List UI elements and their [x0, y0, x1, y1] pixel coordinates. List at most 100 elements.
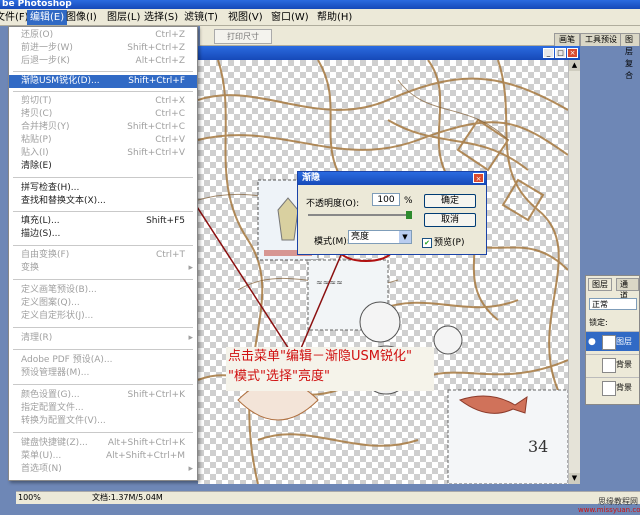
palette-tab-layer-comps[interactable]: 图层复合 [620, 33, 640, 80]
mode-label: 模式(M): [314, 237, 350, 247]
coin-graphic [359, 301, 401, 343]
blend-mode-select[interactable]: 正常 [589, 298, 637, 310]
menu-item-assign-profile[interactable]: 指定配置文件... [9, 402, 197, 415]
layer-thumbnail [602, 335, 616, 350]
menu-layer[interactable]: 图层(L) [104, 10, 143, 25]
zoom-level[interactable]: 100% [18, 492, 41, 504]
app-title: be Photoshop [2, 0, 72, 9]
layers-panel: 图层 通道 正常 锁定: ● 图层 背景 背景 [585, 275, 640, 405]
opacity-input[interactable]: 100 [372, 193, 400, 206]
menu-item-step-backward[interactable]: 后退一步(K) Alt+Ctrl+Z [9, 55, 197, 68]
menu-item-preset-manager[interactable]: 预设管理器(M)... [9, 367, 197, 380]
palette-tab-tool-presets[interactable]: 工具预设 [580, 33, 622, 46]
submenu-arrow-icon: ▸ [188, 464, 193, 474]
layer-thumbnail [602, 358, 616, 373]
close-icon[interactable]: × [473, 173, 484, 183]
menu-item-color-settings[interactable]: 颜色设置(G)... Shift+Ctrl+K [9, 389, 197, 402]
document-size: 文档:1.37M/5.04M [92, 493, 163, 502]
menu-view[interactable]: 视图(V) [225, 10, 266, 25]
layer-row[interactable]: ● 图层 [586, 331, 639, 351]
checkmark-icon[interactable]: ✔ [422, 237, 432, 248]
opacity-slider-handle[interactable] [406, 211, 412, 219]
watermark-url: www.missyuan.com [578, 506, 640, 514]
edit-menu-dropdown: 还原(O) Ctrl+Z 前进一步(W) Shift+Ctrl+Z 后退一步(K) A… [8, 26, 198, 481]
menu-item-pdf-presets[interactable]: Adobe PDF 预设(A)... [9, 354, 197, 367]
menu-filter[interactable]: 滤镜(T) [181, 10, 221, 25]
fish-stamp-graphic: 34 [447, 389, 568, 484]
image-canvas[interactable]: ≈≈≈≈ 34 [198, 60, 568, 484]
menu-edit[interactable]: 编辑(E) [27, 10, 68, 25]
tab-channels[interactable]: 通道 [616, 278, 639, 300]
scroll-down-icon[interactable]: ▼ [569, 473, 580, 484]
menu-item-menus[interactable]: 菜单(U)... Alt+Shift+Ctrl+M [9, 450, 197, 463]
submenu-arrow-icon: ▸ [188, 333, 193, 343]
menu-select[interactable]: 选择(S) [141, 10, 181, 25]
layer-row[interactable]: 背景 [586, 377, 639, 397]
menu-item-preferences[interactable]: 首选项(N) ▸ [9, 463, 197, 476]
menu-item-transform[interactable]: 变换 ▸ [9, 262, 197, 275]
menu-help[interactable]: 帮助(H) [314, 10, 355, 25]
vertical-scrollbar[interactable]: ▲ ▼ [568, 60, 580, 484]
status-bar: 100% 文档:1.37M/5.04M [16, 491, 640, 504]
app-titlebar: be Photoshop [0, 0, 640, 9]
menu-item-define-pattern[interactable]: 定义图案(Q)... [9, 297, 197, 310]
mode-select[interactable]: 亮度 ▼ [348, 230, 412, 244]
menu-item-fill[interactable]: 填充(L)... Shift+F5 [9, 215, 197, 228]
watermark: 思缘教程网 www.missyuan.com [578, 497, 640, 515]
menu-item-paste-into[interactable]: 贴入(I) Shift+Ctrl+V [9, 147, 197, 160]
ok-button[interactable]: 确定 [424, 194, 476, 208]
print-size-button[interactable]: 打印尺寸 [214, 29, 272, 44]
document-titlebar: _ □ × [198, 46, 580, 60]
layer-thumbnail [602, 381, 616, 396]
menu-item-clear[interactable]: 清除(E) [9, 160, 197, 173]
submenu-arrow-icon: ▸ [188, 263, 193, 273]
menu-item-purge[interactable]: 清理(R) ▸ [9, 332, 197, 345]
preview-checkbox[interactable]: ✔ 预览(P) [422, 235, 464, 248]
menu-item-copy-merged[interactable]: 合并拷贝(Y) Shift+Ctrl+C [9, 121, 197, 134]
cancel-button[interactable]: 取消 [424, 213, 476, 227]
eye-icon[interactable]: ● [588, 332, 596, 352]
document-window: _ □ × ≈≈≈≈ 34 ▲ ▼ [198, 46, 580, 484]
fade-dialog-title: 渐隐 [298, 172, 486, 185]
preview-label: 预览(P) [434, 238, 465, 248]
menu-item-cut[interactable]: 剪切(T) Ctrl+X [9, 95, 197, 108]
minimize-icon[interactable]: _ [543, 48, 554, 58]
menu-item-convert-profile[interactable]: 转换为配置文件(V)... [9, 415, 197, 428]
menu-item-spell-check[interactable]: 拼写检查(H)... [9, 182, 197, 195]
tutorial-annotation: 点击菜单"编辑－渐隐USM锐化" "模式"选择"亮度" [226, 347, 434, 391]
menu-item-stroke[interactable]: 描边(S)... [9, 228, 197, 241]
layer-row[interactable]: 背景 [586, 354, 639, 374]
menu-image[interactable]: 图像(I) [63, 10, 100, 25]
opacity-label: 不透明度(O): [306, 199, 360, 209]
palette-tab-brushes[interactable]: 画笔 [554, 33, 580, 46]
menu-item-keyboard-shortcuts[interactable]: 键盘快捷键(Z)... Alt+Shift+Ctrl+K [9, 437, 197, 450]
menu-bar: 文件(F) 编辑(E) 图像(I) 图层(L) 选择(S) 滤镜(T) 视图(V… [0, 9, 640, 26]
menu-item-copy[interactable]: 拷贝(C) Ctrl+C [9, 108, 197, 121]
tab-layers[interactable]: 图层 [588, 278, 612, 291]
menu-item-step-forward[interactable]: 前进一步(W) Shift+Ctrl+Z [9, 42, 197, 55]
chevron-down-icon[interactable]: ▼ [399, 231, 411, 243]
menu-item-free-transform[interactable]: 自由变换(F) Ctrl+T [9, 249, 197, 262]
svg-text:34: 34 [528, 437, 548, 456]
layer-name: 背景 [616, 360, 632, 369]
lock-label: 锁定: [589, 318, 608, 327]
menu-window[interactable]: 窗口(W) [268, 10, 312, 25]
menu-item-undo[interactable]: 还原(O) Ctrl+Z [9, 29, 197, 42]
layer-name: 背景 [616, 383, 632, 392]
scroll-up-icon[interactable]: ▲ [569, 60, 580, 71]
percent-label: % [404, 196, 413, 206]
annotation-line-2: "模式"选择"亮度" [228, 369, 330, 384]
watermark-title: 思缘教程网 [598, 497, 638, 506]
opacity-slider-track[interactable] [308, 214, 410, 216]
close-icon[interactable]: × [567, 48, 578, 58]
menu-item-define-shape[interactable]: 定义自定形状(J)... [9, 310, 197, 323]
mode-value: 亮度 [351, 232, 370, 242]
maximize-icon[interactable]: □ [555, 48, 566, 58]
canvas-artwork: ≈≈≈≈ 34 [198, 60, 568, 484]
menu-item-fade-usm[interactable]: 渐隐USM锐化(D)... Shift+Ctrl+F [9, 75, 197, 88]
layer-name: 图层 [616, 337, 632, 346]
menu-item-paste[interactable]: 粘贴(P) Ctrl+V [9, 134, 197, 147]
menu-item-find-replace[interactable]: 查找和替换文本(X)... [9, 195, 197, 208]
annotation-line-1: 点击菜单"编辑－渐隐USM锐化" [228, 349, 412, 364]
menu-item-define-brush[interactable]: 定义画笔预设(B)... [9, 284, 197, 297]
